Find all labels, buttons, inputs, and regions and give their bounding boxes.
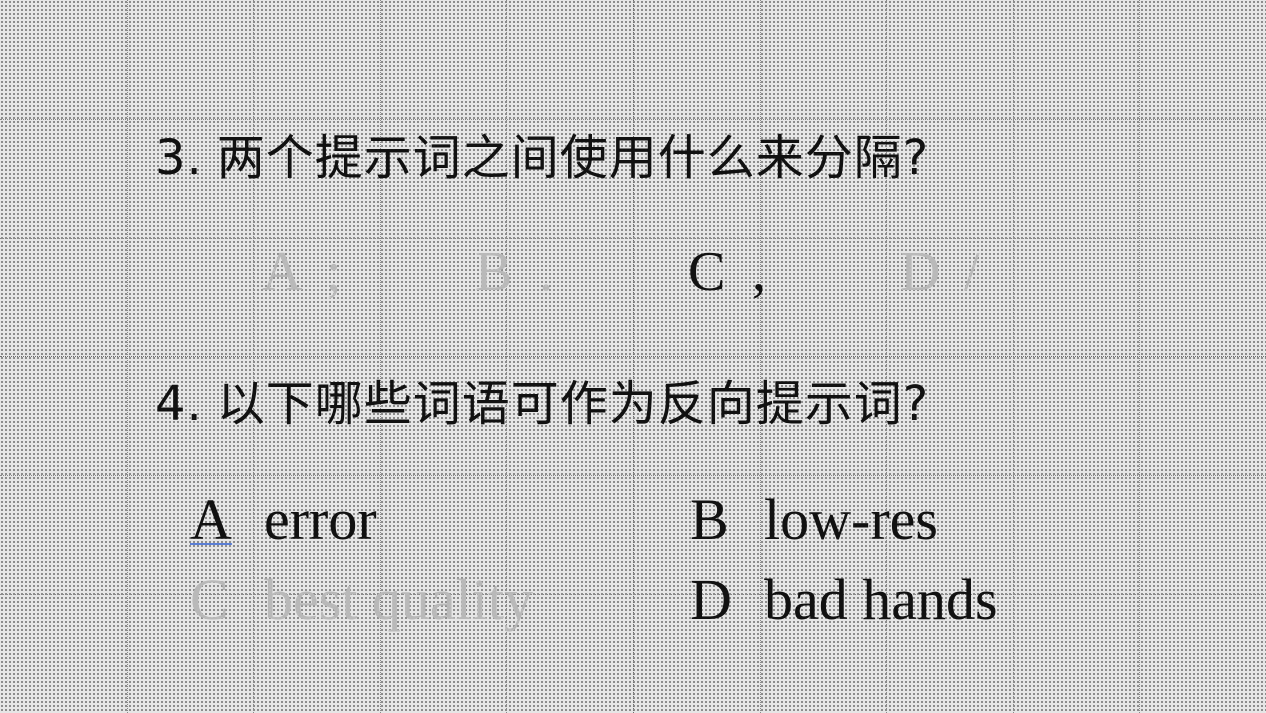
- q3-option-a[interactable]: A;: [262, 240, 342, 304]
- q4-option-b[interactable]: Blow-res: [690, 486, 938, 553]
- q3-option-d-value: /: [964, 241, 980, 303]
- q4-option-b-value: low-res: [764, 487, 938, 552]
- q4-option-b-letter: B: [690, 487, 729, 552]
- q4-option-c-value: best quality: [264, 567, 534, 632]
- q4-option-a-letter: A: [190, 487, 232, 552]
- question-3: 3. 两个提示词之间使用什么来分隔?: [155, 118, 929, 188]
- question-3-text: 两个提示词之间使用什么来分隔?: [216, 130, 930, 186]
- q3-option-c-letter: C: [688, 241, 726, 303]
- question-3-number: 3.: [155, 130, 203, 186]
- q3-option-d-letter: D: [900, 241, 941, 303]
- question-4-text: 以下哪些词语可作为反向提示词?: [216, 376, 930, 432]
- q3-option-a-value: ;: [326, 241, 342, 303]
- q3-option-b-value: .: [539, 241, 553, 303]
- q4-option-a-value: error: [264, 487, 377, 552]
- q3-option-c-value: ,: [752, 241, 766, 303]
- q4-option-a[interactable]: Aerror: [190, 486, 377, 553]
- q3-option-d[interactable]: D /: [900, 240, 980, 304]
- q4-option-d-value: bad hands: [764, 567, 998, 632]
- question-4-number: 4.: [155, 376, 203, 432]
- q4-option-c[interactable]: Cbest quality: [190, 566, 533, 633]
- q4-option-d-letter: D: [690, 567, 732, 632]
- q3-option-b[interactable]: B.: [475, 240, 553, 304]
- q4-option-d[interactable]: Dbad hands: [690, 566, 998, 633]
- q3-option-c[interactable]: C,: [688, 240, 766, 304]
- q4-option-c-letter: C: [190, 567, 229, 632]
- q3-option-b-letter: B: [475, 241, 513, 303]
- quiz-slide: 3. 两个提示词之间使用什么来分隔? A; B. C, D/ 4. 以下哪些词语可作…: [0, 0, 1266, 713]
- q3-option-a-letter: A: [262, 241, 303, 303]
- question-4: 4. 以下哪些词语可作为反向提示词?: [155, 364, 929, 434]
